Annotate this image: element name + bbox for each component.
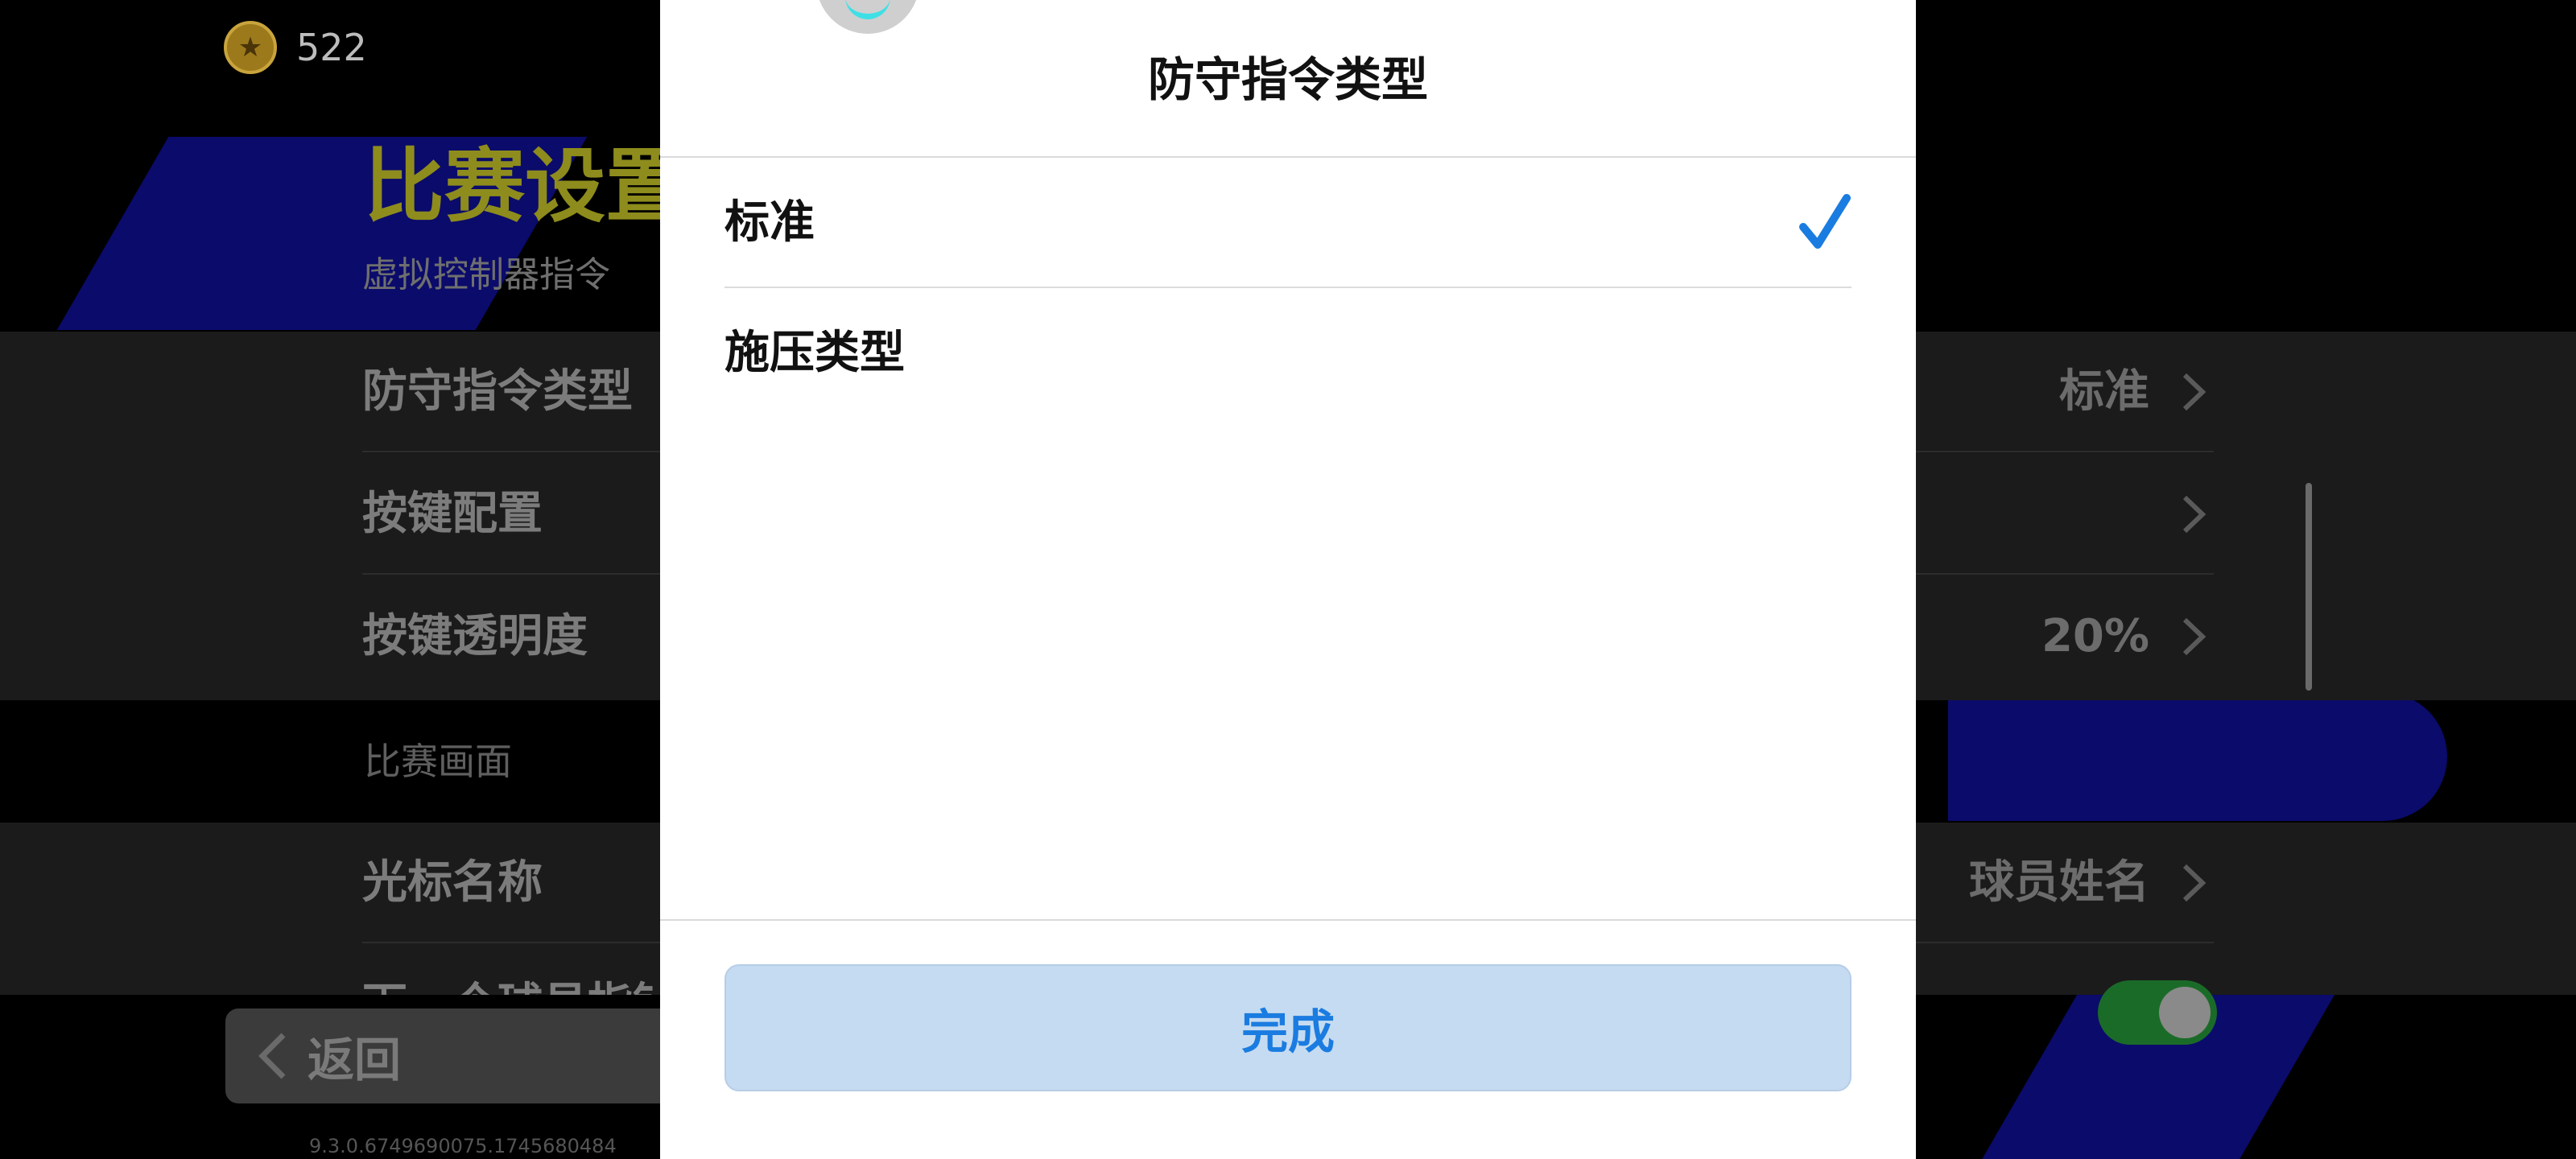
coin-balance: ★ 522 — [224, 21, 367, 74]
back-button[interactable]: 返回 — [225, 1008, 676, 1103]
defense-command-type-dialog: 防守指令类型 标准 施压类型 完成 — [660, 0, 1916, 1159]
chevron-right-icon — [2182, 617, 2207, 656]
avatar — [816, 0, 919, 34]
row-label: 防守指令类型 — [362, 365, 633, 418]
option-label: 标准 — [724, 196, 815, 249]
chevron-right-icon — [2182, 864, 2207, 902]
row-value: 球员姓名 — [1969, 856, 2149, 909]
next-player-pointer-toggle[interactable] — [2098, 980, 2217, 1045]
chevron-right-icon — [2182, 495, 2207, 534]
page-title: 比赛设置 — [364, 139, 686, 233]
dialog-footer-divider — [660, 919, 1916, 921]
version-text: 9.3.0.6749690075.1745680484 — [309, 1135, 617, 1157]
decor-stripe — [1948, 692, 2447, 821]
option-standard[interactable]: 标准 — [724, 158, 1852, 288]
done-button[interactable]: 完成 — [724, 964, 1852, 1091]
dialog-title: 防守指令类型 — [1147, 52, 1428, 107]
row-value: 20% — [2041, 610, 2149, 662]
coin-count: 522 — [296, 26, 367, 69]
smile-icon — [845, 0, 890, 19]
row-label: 按键配置 — [362, 488, 543, 540]
scrollbar[interactable] — [2306, 483, 2312, 691]
chevron-left-icon — [258, 1033, 286, 1079]
dialog-header: 防守指令类型 — [660, 0, 1916, 158]
row-value: 标准 — [2059, 365, 2149, 418]
star-coin-icon: ★ — [224, 21, 277, 74]
section-label-match-screen: 比赛画面 — [364, 740, 512, 783]
checkmark-icon — [1799, 194, 1851, 249]
section-subtitle: 虚拟控制器指令 — [362, 254, 610, 295]
option-label: 施压类型 — [724, 327, 905, 379]
row-label: 按键透明度 — [362, 610, 588, 662]
row-label: 光标名称 — [362, 856, 543, 909]
option-pressure-type[interactable]: 施压类型 — [724, 288, 1852, 419]
toggle-knob — [2159, 987, 2211, 1038]
back-label: 返回 — [308, 1033, 402, 1087]
chevron-right-icon — [2182, 373, 2207, 411]
row-label: 下一个球员指针 — [362, 945, 678, 995]
